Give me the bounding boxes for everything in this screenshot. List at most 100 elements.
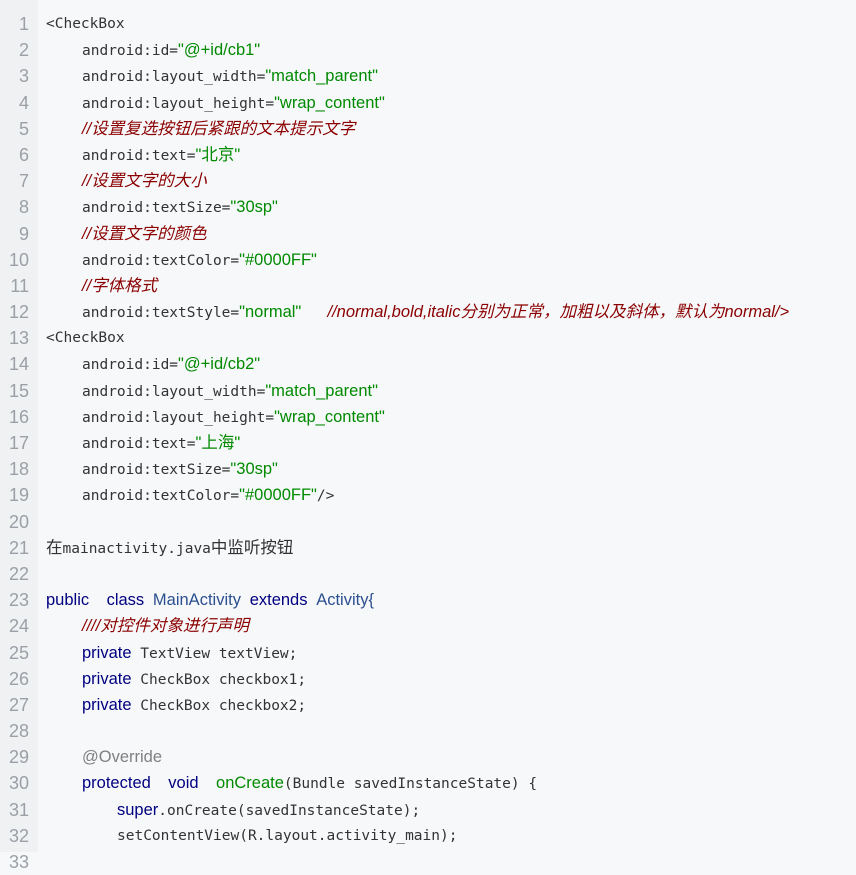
code-line: <CheckBox [46, 11, 856, 37]
code-token-plain: CheckBox checkbox1; [131, 671, 307, 688]
code-token-kw: private [82, 643, 132, 662]
code-token-kw: class [106, 591, 145, 610]
line-number: 6 [18, 144, 29, 165]
code-token-cmt: //设置复选按钮后紧跟的文本提示文字 [82, 119, 356, 138]
code-token-str: "#0000FF" [239, 250, 317, 269]
code-line: private CheckBox checkbox2; [46, 692, 856, 718]
line-number: 29 [8, 747, 29, 768]
code-token-str: "match_parent" [265, 67, 378, 86]
code-line: android:id="@+id/cb1" [46, 37, 856, 63]
code-token-cmt: //设置文字的颜色 [82, 224, 207, 243]
code-token-kw: extends [249, 591, 308, 610]
code-token-plain: mainactivity.java [62, 540, 211, 557]
line-number: 30 [8, 773, 29, 794]
code-line: //设置文字的大小 [46, 168, 856, 194]
code-token-cmt: ////对控件对象进行声明 [82, 617, 249, 636]
line-number: 17 [8, 433, 29, 453]
code-line: android:layout_width="match_parent" [46, 378, 856, 404]
code-token-plain: android:textStyle= [82, 305, 240, 322]
code-token-cls: MainActivity [152, 591, 241, 610]
line-number: 28 [8, 721, 29, 742]
code-line: private TextView textView; [46, 640, 856, 666]
line-number: 33 [8, 852, 29, 872]
code-token-kw: public [46, 591, 90, 610]
line-number: 8 [18, 197, 29, 218]
line-number: 31 [8, 799, 29, 820]
code-token-plain: android:textSize= [82, 462, 231, 479]
code-line: android:layout_width="match_parent" [46, 63, 856, 89]
code-line: android:textStyle="normal" //normal,bold… [46, 299, 856, 325]
code-line: android:text="北京" [46, 142, 856, 168]
code-token-plain: android:layout_width= [82, 69, 266, 86]
line-number: 18 [8, 459, 29, 480]
code-token-plain: .onCreate(savedInstanceState); [158, 802, 421, 819]
code-token-plain: TextView textView; [131, 645, 298, 662]
code-token-plain: (Bundle savedInstanceState) { [283, 776, 538, 793]
code-token-cls: Activity{ [316, 591, 374, 610]
code-token-plain: setContentView(R.layout.activity_main); [117, 827, 458, 844]
code-line: super.onCreate(savedInstanceState); [46, 797, 856, 823]
line-number: 5 [18, 118, 29, 139]
line-number: 1 [18, 14, 29, 34]
code-token-txt: 中监听按钮 [210, 538, 294, 557]
line-number: 14 [8, 354, 29, 375]
code-token-cmt: //normal,bold,italic分别为正常，加粗以及斜体，默认为norm… [327, 303, 790, 322]
code-token-cmt: //字体格式 [82, 276, 158, 295]
code-token-str: "北京" [195, 145, 241, 164]
code-token-plain: android:textSize= [82, 200, 231, 217]
code-token-kw: protected [82, 774, 151, 793]
line-number: 7 [18, 171, 29, 192]
line-number: 9 [18, 223, 29, 244]
code-line: setContentView(R.layout.activity_main); [46, 823, 856, 849]
code-token-str: "wrap_content" [274, 93, 385, 112]
code-token-kw: void [168, 774, 199, 793]
line-number: 25 [8, 642, 29, 663]
line-number: 4 [18, 92, 29, 113]
code-token-str: "wrap_content" [274, 407, 385, 426]
code-token-str: "normal" [239, 303, 302, 322]
code-token-plain: <CheckBox [46, 16, 125, 32]
code-line: //设置文字的颜色 [46, 221, 856, 247]
line-number: 21 [8, 537, 29, 558]
code-token-str: "#0000FF" [239, 486, 317, 505]
line-number: 2 [18, 40, 29, 61]
code-token-plain: <CheckBox [46, 330, 125, 347]
code-line: //字体格式 [46, 273, 856, 299]
code-token-str: "30sp" [230, 198, 278, 217]
line-number: 27 [8, 694, 29, 715]
code-line: android:id="@+id/cb2" [46, 351, 856, 377]
code-line: <CheckBox [46, 325, 856, 351]
code-token-kw: private [82, 695, 132, 714]
line-number: 23 [8, 590, 29, 611]
code-token-plain: android:layout_height= [82, 409, 275, 426]
code-token-plain: android:id= [82, 357, 179, 374]
code-line: android:layout_height="wrap_content" [46, 90, 856, 116]
line-number: 10 [8, 249, 29, 270]
code-line: android:text="上海" [46, 430, 856, 456]
code-token-str: "30sp" [230, 460, 278, 479]
code-line: 在mainactivity.java中监听按钮 [46, 535, 856, 561]
code-line: private CheckBox checkbox1; [46, 666, 856, 692]
code-token-kw: super [117, 800, 159, 819]
code-token-plain: android:layout_width= [82, 383, 266, 400]
line-number: 19 [8, 485, 29, 506]
line-number-gutter: 1 2 3 4 5 6 7 8 9 10 11 12 13 14 15 16 17 18 19 20 21 22 23 24 2… [0, 0, 38, 872]
code-token-str: "@+id/cb1" [178, 41, 261, 60]
code-token-plain: android:id= [82, 43, 179, 60]
code-area[interactable]: <CheckBox android:id="@+id/cb1" android:la… [38, 0, 856, 852]
code-line: android:textColor="#0000FF"/> [46, 482, 856, 508]
code-token-txt: 在 [46, 538, 63, 557]
code-line: android:textColor="#0000FF" [46, 247, 856, 273]
code-token-str: "match_parent" [265, 381, 378, 400]
code-token-plain: android:layout_height= [82, 95, 275, 112]
code-token-fn: onCreate [216, 774, 284, 793]
code-token-cmt: //设置文字的大小 [82, 172, 207, 191]
code-token-plain: android:textColor= [82, 252, 240, 269]
code-block: 1 2 3 4 5 6 7 8 9 10 11 12 13 14 15 16 17 18 19 20 21 22 23 24 2… [0, 0, 856, 872]
